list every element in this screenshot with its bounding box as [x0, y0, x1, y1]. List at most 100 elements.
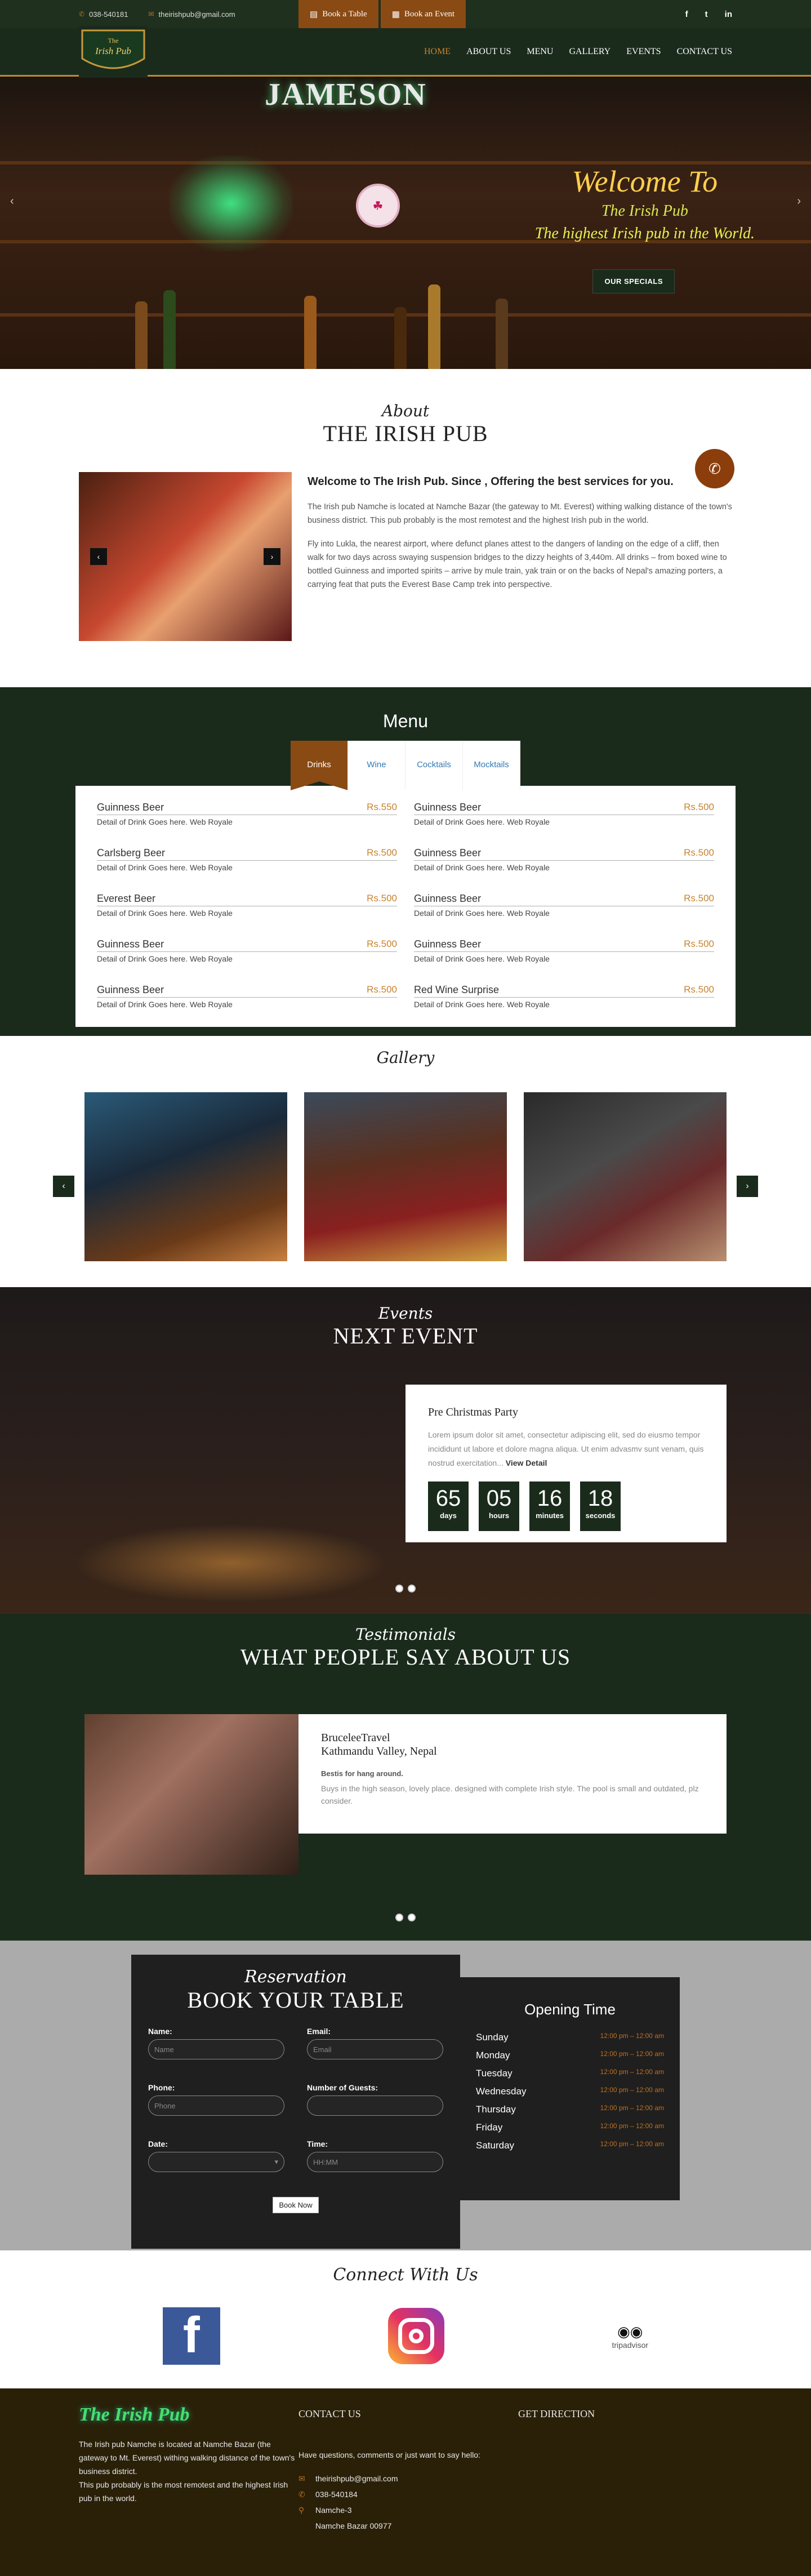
contact-heading: CONTACT US	[298, 2408, 361, 2419]
carousel-dot[interactable]	[395, 1914, 403, 1921]
gallery-image[interactable]	[524, 1092, 727, 1261]
phone-input[interactable]: Phone	[148, 2095, 284, 2116]
nav-home[interactable]: HOME	[424, 47, 451, 57]
menu-item-price: Rs.500	[367, 984, 397, 995]
opening-row: Wednesday 12:00 pm – 12:00 am	[476, 2086, 664, 2097]
tab-mocktails[interactable]: Mocktails	[463, 741, 520, 790]
reservation-section: Reservation BOOK YOUR TABLE Name: Name Em…	[0, 1941, 811, 2250]
gallery-title: Gallery	[376, 1048, 435, 1067]
opening-row: Friday 12:00 pm – 12:00 am	[476, 2122, 664, 2133]
carousel-dot[interactable]	[408, 1585, 416, 1592]
about-script-heading: About	[381, 402, 430, 420]
tab-wine[interactable]: Wine	[348, 741, 406, 790]
facebook-icon[interactable]: f	[162, 2307, 220, 2365]
instagram-icon[interactable]	[387, 2308, 444, 2364]
carousel-dot[interactable]	[408, 1914, 416, 1921]
topbar-email[interactable]: ✉ theirishpub@gmail.com	[148, 10, 235, 19]
book-now-button[interactable]: Book Now	[273, 2197, 319, 2213]
gallery-prev-icon[interactable]: ‹	[53, 1176, 74, 1197]
menu-item-name: Guinness Beer	[97, 984, 164, 995]
menu-item-price: Rs.550	[367, 802, 397, 812]
about-heading: Welcome to The Irish Pub. Since , Offeri…	[308, 475, 674, 488]
countdown-hours: 05 hours	[479, 1481, 519, 1531]
svg-text:Irish Pub: Irish Pub	[95, 46, 131, 56]
view-detail-link[interactable]: View Detail	[506, 1458, 547, 1467]
menu-item-price: Rs.500	[684, 847, 714, 858]
about-section: About THE IRISH PUB ✆ ‹ › Welcome to The…	[0, 369, 811, 687]
bottle	[496, 299, 508, 369]
gallery-next-icon[interactable]: ›	[737, 1176, 758, 1197]
top-bar: ✆ 038-540181 ✉ theirishpub@gmail.com ▤ Book…	[0, 0, 811, 28]
review-headline: Bestis for hang around.	[321, 1769, 403, 1778]
carousel-dot[interactable]	[395, 1585, 403, 1592]
menu-item-desc: Detail of Drink Goes here. Web Royale	[414, 909, 550, 918]
slider-prev-icon[interactable]: ‹	[10, 195, 14, 208]
green-light	[169, 155, 293, 251]
nav-menu[interactable]: MENU	[527, 47, 553, 57]
menu-item-name: Guinness Beer	[97, 938, 164, 950]
date-input[interactable]: ▾	[148, 2152, 284, 2172]
about-image-slider: ‹ ›	[79, 472, 292, 641]
footer-phone[interactable]: ✆ 038-540184	[298, 2486, 518, 2502]
countdown-days: 65 days	[428, 1481, 469, 1531]
svg-text:The: The	[108, 37, 119, 45]
events-script-heading: Events	[378, 1304, 433, 1323]
logo[interactable]: The Irish Pub	[79, 26, 148, 78]
book-event-button[interactable]: ▦ Book an Event	[380, 0, 466, 28]
hero-title: Welcome To	[572, 164, 718, 198]
wall-badge: ☘	[356, 184, 400, 228]
nav-gallery[interactable]: GALLERY	[569, 47, 611, 57]
menu-item: Guinness Beer Rs.500 Detail of Drink Goes …	[414, 893, 714, 937]
name-label: Name:	[148, 2027, 172, 2036]
linkedin-icon[interactable]: in	[725, 10, 732, 19]
date-label: Date:	[148, 2139, 168, 2148]
opening-row: Saturday 12:00 pm – 12:00 am	[476, 2140, 664, 2151]
about-prev-icon[interactable]: ‹	[90, 548, 107, 565]
phone-call-icon[interactable]: ✆	[695, 449, 734, 488]
facebook-icon[interactable]: f	[685, 10, 688, 19]
opening-hours-card: Opening Time Sunday 12:00 pm – 12:00 am M…	[460, 1977, 680, 2200]
opening-row: Thursday 12:00 pm – 12:00 am	[476, 2104, 664, 2115]
footer-logo[interactable]: The Irish Pub	[79, 2405, 298, 2424]
gallery-image[interactable]	[84, 1092, 287, 1261]
menu-item: Guinness Beer Rs.550 Detail of Drink Goes …	[97, 802, 397, 846]
email-input[interactable]: Email	[307, 2039, 443, 2059]
review-text: Buys in the high season, lovely place. d…	[321, 1784, 699, 1805]
tab-drinks[interactable]: Drinks	[291, 741, 348, 790]
guests-input[interactable]	[307, 2095, 443, 2116]
our-specials-button[interactable]: OUR SPECIALS	[592, 269, 675, 293]
gallery-image[interactable]	[304, 1092, 507, 1261]
menu-item-desc: Detail of Drink Goes here. Web Royale	[414, 817, 550, 826]
menu-item-desc: Detail of Drink Goes here. Web Royale	[414, 954, 550, 963]
about-paragraph: Fly into Lukla, the nearest airport, whe…	[308, 540, 727, 589]
topbar-phone[interactable]: ✆ 038-540181	[79, 10, 128, 19]
menu-item-desc: Detail of Drink Goes here. Web Royale	[414, 863, 550, 872]
menu-item: Guinness Beer Rs.500 Detail of Drink Goes …	[414, 847, 714, 892]
hero-slider: JAMESON ☘ Welcome To The Irish Pub The h…	[0, 77, 811, 369]
about-next-icon[interactable]: ›	[264, 548, 280, 565]
menu-item: Everest Beer Rs.500 Detail of Drink Goes h…	[97, 893, 397, 937]
tab-cocktails[interactable]: Cocktails	[406, 741, 463, 790]
reviewer-location: Kathmandu Valley, Nepal	[321, 1745, 437, 1758]
nav-about[interactable]: ABOUT US	[466, 47, 511, 57]
slider-next-icon[interactable]: ›	[797, 195, 801, 208]
footer-about: The Irish pub Namche is located at Namch…	[79, 2440, 295, 2476]
menu-item-desc: Detail of Drink Goes here. Web Royale	[97, 1000, 233, 1009]
testimonials-section: Testimonials WHAT PEOPLE SAY ABOUT US Br…	[0, 1614, 811, 1941]
menu-item-name: Guinness Beer	[97, 802, 164, 813]
nav-contact[interactable]: CONTACT US	[677, 47, 732, 57]
nav-events[interactable]: EVENTS	[626, 47, 661, 57]
bottle	[163, 290, 176, 369]
twitter-icon[interactable]: t	[705, 10, 708, 19]
name-input[interactable]: Name	[148, 2039, 284, 2059]
calendar-icon: ▦	[391, 10, 400, 19]
menu-item: Guinness Beer Rs.500 Detail of Drink Goes …	[97, 938, 397, 983]
footer-email[interactable]: ✉ theirishpub@gmail.com	[298, 2471, 518, 2486]
reservation-script-heading: Reservation	[244, 1967, 347, 1987]
countdown-minutes: 16 minutes	[529, 1481, 570, 1531]
tripadvisor-icon[interactable]: ◉◉ tripadvisor	[612, 2323, 648, 2350]
time-input[interactable]: HH:MM	[307, 2152, 443, 2172]
book-table-button[interactable]: ▤ Book a Table	[298, 0, 378, 28]
bottle	[394, 307, 407, 369]
menu-item-desc: Detail of Drink Goes here. Web Royale	[97, 863, 233, 872]
